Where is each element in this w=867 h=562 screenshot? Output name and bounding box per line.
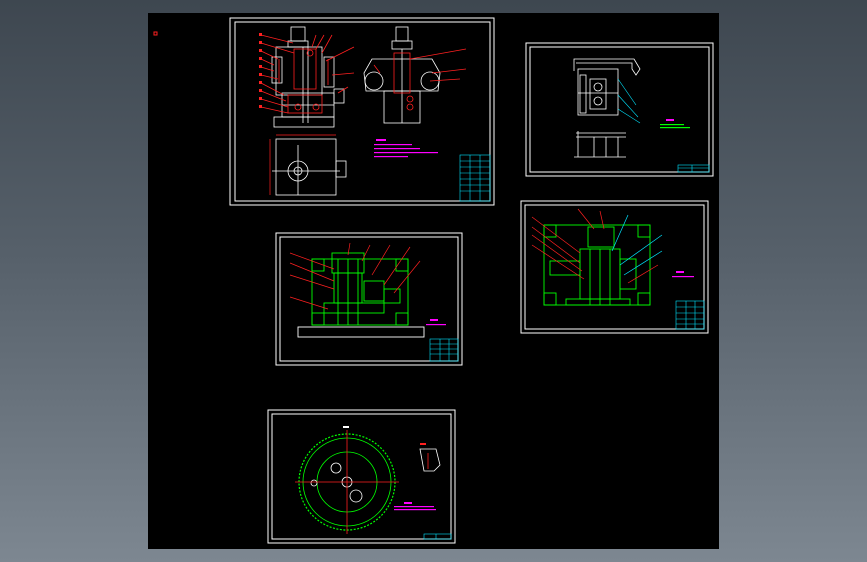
sheet-2-part-view	[573, 58, 641, 116]
sheet-1[interactable]	[229, 17, 495, 206]
sheet-2-lower-view	[574, 131, 626, 158]
sheet-5-notes	[343, 426, 436, 511]
sheet-5-title-block[interactable]	[423, 533, 452, 540]
sheet-4-assembly	[543, 224, 651, 306]
sheet-3-title-block[interactable]	[429, 338, 459, 362]
sheet-4[interactable]	[520, 200, 709, 334]
sheet-4-title-block[interactable]	[675, 300, 705, 330]
sheet-2[interactable]	[525, 42, 714, 177]
sheet-1-inner-frame	[234, 21, 491, 202]
sheet-1-outer-frame	[229, 17, 495, 206]
sheet-1-notes	[374, 139, 438, 158]
sheet-5-inner-frame	[271, 413, 452, 540]
sheet-3[interactable]	[275, 232, 463, 366]
sheet-3-assembly	[297, 252, 425, 338]
cad-model-space[interactable]	[148, 13, 719, 549]
sheet-1-plan-view	[272, 138, 347, 196]
ucs-marker	[153, 31, 158, 36]
sheet-4-leaders	[531, 208, 663, 284]
sheet-3-inner-frame	[279, 236, 459, 362]
drawing-canvas	[153, 17, 714, 544]
sheet-1-dimensions	[269, 134, 336, 195]
sheet-5-outer-frame	[267, 409, 456, 544]
sheet-1-leader-balloons	[259, 33, 262, 108]
sheet-4-notes	[672, 271, 694, 278]
sheet-2-notes	[660, 119, 690, 129]
sheet-3-notes	[426, 319, 446, 326]
sheet-2-inner-frame	[529, 46, 710, 173]
sheet-4-inner-frame	[524, 204, 705, 330]
sheet-1-title-block[interactable]	[459, 154, 491, 202]
sheet-2-leaders	[617, 78, 641, 124]
sheet-1-side-view	[363, 26, 441, 124]
gear-wheel	[295, 430, 399, 534]
sheet-3-outer-frame	[275, 232, 463, 366]
sheet-5[interactable]	[267, 409, 456, 544]
gear-tooth-detail	[419, 443, 441, 472]
sheet-2-title-block[interactable]	[677, 164, 710, 173]
